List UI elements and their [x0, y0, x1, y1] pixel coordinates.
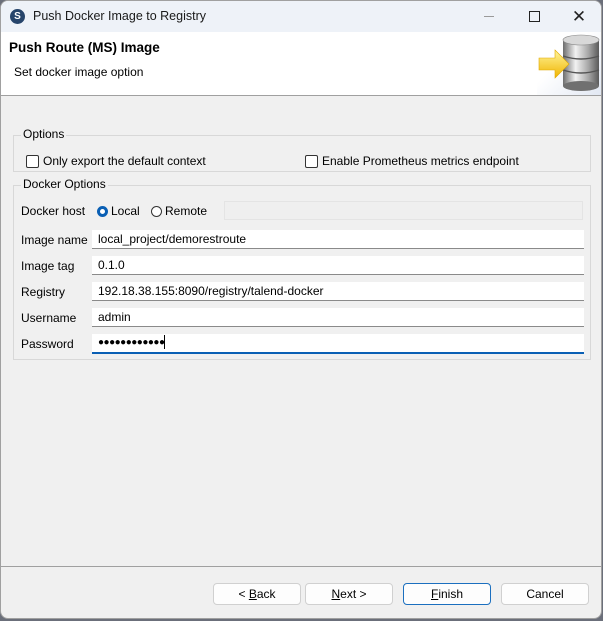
options-group-label: Options: [21, 127, 67, 141]
title-bar[interactable]: S Push Docker Image to Registry ✕: [1, 1, 601, 32]
radio-unselected-icon[interactable]: [151, 205, 162, 217]
docker-host-remote-label: Remote: [165, 204, 208, 218]
image-tag-input[interactable]: 0.1.0: [92, 256, 584, 275]
footer-separator: [1, 566, 601, 567]
docker-host-local-label: Local: [111, 204, 140, 218]
registry-label: Registry: [21, 285, 66, 299]
back-prefix: <: [238, 587, 249, 601]
minimize-button[interactable]: [466, 1, 512, 32]
checkbox-box[interactable]: [305, 154, 318, 168]
enable-prometheus-checkbox[interactable]: Enable Prometheus metrics endpoint: [305, 154, 519, 168]
registry-input[interactable]: 192.18.38.155:8090/registry/talend-docke…: [92, 282, 584, 301]
image-name-label: Image name: [21, 233, 88, 247]
back-button[interactable]: < Back: [213, 583, 301, 605]
username-label: Username: [21, 311, 77, 325]
cancel-label: Cancel: [526, 587, 564, 601]
back-rest: ack: [256, 587, 276, 601]
next-mnemonic: N: [331, 587, 341, 601]
next-rest: ext >: [340, 587, 367, 601]
finish-button[interactable]: Finish: [403, 583, 491, 605]
remote-host-input: [224, 201, 583, 220]
password-input[interactable]: ●●●●●●●●●●●●: [92, 334, 584, 354]
minimize-icon: [484, 16, 494, 17]
cancel-button[interactable]: Cancel: [501, 583, 589, 605]
close-button[interactable]: ✕: [556, 1, 601, 32]
docker-host-label: Docker host: [21, 204, 86, 218]
wizard-banner: Push Route (MS) Image Set docker image o…: [1, 32, 601, 96]
password-label: Password: [21, 337, 74, 351]
password-masked-value: ●●●●●●●●●●●●: [98, 337, 165, 348]
close-icon: ✕: [571, 7, 587, 26]
only-export-default-context-checkbox[interactable]: Only export the default context: [26, 154, 206, 168]
database-push-icon: [537, 32, 601, 95]
maximize-button[interactable]: [511, 1, 557, 32]
text-caret: [164, 335, 166, 350]
finish-rest: inish: [438, 587, 464, 601]
only-export-default-context-label: Only export the default context: [43, 154, 206, 168]
image-name-input[interactable]: local_project/demorestroute: [92, 230, 584, 249]
username-input[interactable]: admin: [92, 308, 584, 327]
talend-app-icon: S: [10, 9, 25, 24]
docker-options-group-label: Docker Options: [21, 177, 108, 191]
docker-host-remote-radio[interactable]: Remote: [151, 204, 207, 218]
window-title: Push Docker Image to Registry: [33, 9, 206, 23]
page-subtitle: Set docker image option: [14, 65, 144, 79]
image-tag-label: Image tag: [21, 259, 75, 273]
docker-host-local-radio[interactable]: Local: [97, 204, 140, 218]
back-mnemonic: B: [248, 587, 257, 601]
next-button[interactable]: Next >: [305, 583, 393, 605]
maximize-icon: [528, 11, 540, 22]
dialog-window: S Push Docker Image to Registry ✕ Push R…: [0, 0, 602, 619]
radio-selected-icon[interactable]: [97, 205, 108, 217]
page-title: Push Route (MS) Image: [9, 40, 160, 55]
finish-mnemonic: F: [430, 587, 439, 601]
checkbox-box[interactable]: [26, 154, 39, 168]
enable-prometheus-label: Enable Prometheus metrics endpoint: [322, 154, 519, 168]
